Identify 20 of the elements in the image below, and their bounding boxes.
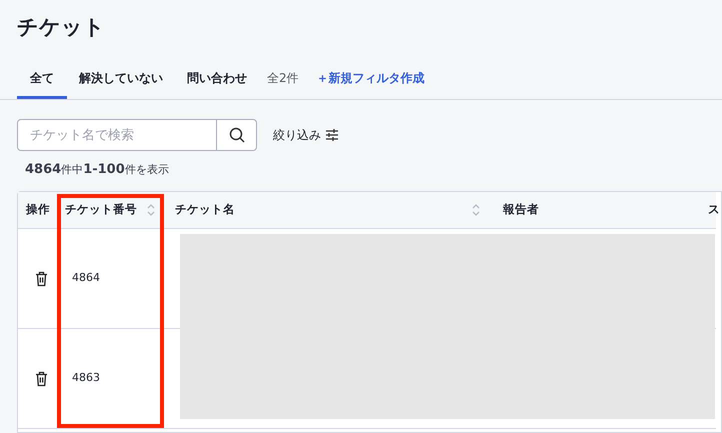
page-title: チケット [17, 14, 105, 42]
new-filter-link[interactable]: ＋新規フィルタ作成 [316, 68, 425, 86]
tab[interactable]: 問い合わせ [175, 56, 259, 99]
column-header: 操作 [18, 192, 56, 229]
table-cell-text: 4863 [72, 370, 100, 386]
search-field[interactable]: チケット名で検索 [17, 119, 217, 151]
trash-icon[interactable] [34, 270, 48, 286]
search-button[interactable] [217, 119, 257, 151]
filter-button[interactable]: 絞り込み [273, 126, 339, 144]
tab[interactable]: 全て [17, 56, 67, 99]
table-cell-text: 4864 [72, 270, 100, 286]
tab-count: 全2件 [267, 70, 299, 86]
result-summary: 4864件中1-100件を表示 [25, 161, 170, 179]
trash-icon[interactable] [34, 370, 48, 386]
tab[interactable]: 解決していない [67, 56, 175, 99]
sliders-icon [325, 129, 339, 141]
column-header[interactable]: チケット名 [166, 192, 491, 229]
column-header: 報告者 [491, 192, 696, 229]
column-header: ス [696, 192, 716, 229]
search-icon [228, 127, 244, 143]
